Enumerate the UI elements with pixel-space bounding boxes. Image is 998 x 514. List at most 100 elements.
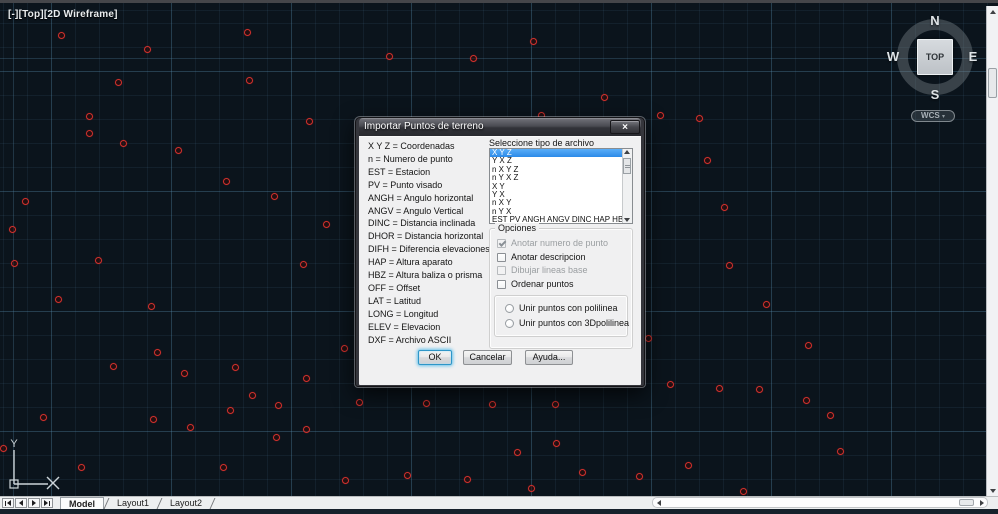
survey-point xyxy=(86,113,93,120)
scroll-up-button[interactable] xyxy=(987,6,998,17)
format-legend-item: X Y Z = Coordenadas xyxy=(368,140,486,153)
checkbox xyxy=(497,266,506,275)
scroll-right-button[interactable] xyxy=(980,500,984,506)
survey-point xyxy=(148,303,155,310)
survey-point xyxy=(763,301,770,308)
listbox-scrollbar[interactable] xyxy=(622,149,632,223)
survey-point xyxy=(95,257,102,264)
survey-point xyxy=(244,29,251,36)
arrow-right-icon xyxy=(32,500,36,506)
format-legend-item: OFF = Offset xyxy=(368,282,486,295)
dialog-title: Importar Puntos de terreno xyxy=(364,121,484,132)
survey-point xyxy=(115,79,122,86)
survey-point xyxy=(154,349,161,356)
horizontal-scrollbar-thumb[interactable] xyxy=(959,499,974,506)
option-checkbox-row: Dibujar lineas base xyxy=(497,265,588,275)
listbox-scroll-down-button[interactable] xyxy=(624,218,630,222)
file-type-option[interactable]: n X Y xyxy=(490,199,632,207)
viewcube-top-face[interactable]: TOP xyxy=(917,39,953,75)
listbox-scroll-up-button[interactable] xyxy=(624,150,630,154)
scroll-left-button[interactable] xyxy=(657,500,661,506)
help-button[interactable]: Ayuda... xyxy=(525,350,573,365)
ucs-icon: Y xyxy=(2,438,72,496)
file-type-option[interactable]: X Y xyxy=(490,183,632,191)
tab-separator xyxy=(210,498,216,509)
option-checkbox-row: Anotar numero de punto xyxy=(497,238,608,248)
viewcube-west[interactable]: W xyxy=(882,49,904,64)
checkbox-label: Ordenar puntos xyxy=(511,279,574,289)
tab-layout1[interactable]: Layout1 xyxy=(109,497,157,509)
viewcube-south[interactable]: S xyxy=(924,87,946,102)
format-legend-item: ANGV = Angulo Vertical xyxy=(368,205,486,218)
arrow-up-icon xyxy=(990,10,996,14)
options-group-label: Opciones xyxy=(495,223,539,233)
tab-nav-last-button[interactable] xyxy=(41,498,53,508)
layout-tabs: Model Layout1 Layout2 xyxy=(60,497,215,509)
format-legend-item: ANGH = Angulo horizontal xyxy=(368,192,486,205)
survey-point xyxy=(341,345,348,352)
survey-point xyxy=(803,397,810,404)
file-type-listbox[interactable]: X Y ZY X Zn X Y Zn Y X ZX YY Xn X Yn Y X… xyxy=(489,148,633,224)
format-legend-item: DHOR = Distancia horizontal xyxy=(368,230,486,243)
horizontal-scrollbar[interactable] xyxy=(652,497,988,508)
arrow-right-icon xyxy=(44,500,48,506)
survey-point xyxy=(552,401,559,408)
survey-point xyxy=(120,140,127,147)
survey-point xyxy=(645,335,652,342)
grip-icon xyxy=(625,165,630,166)
survey-point xyxy=(220,464,227,471)
listbox-scrollbar-thumb[interactable] xyxy=(623,158,631,174)
checkbox-label: Dibujar lineas base xyxy=(511,265,588,275)
checkbox-label: Anotar numero de punto xyxy=(511,238,608,248)
wcs-dropdown[interactable]: WCS ▾ xyxy=(911,110,955,122)
survey-point xyxy=(489,401,496,408)
survey-point xyxy=(514,449,521,456)
tab-nav-prev-button[interactable] xyxy=(15,498,27,508)
checkbox[interactable] xyxy=(497,280,506,289)
survey-point xyxy=(827,412,834,419)
format-legend-item: HAP = Altura aparato xyxy=(368,256,486,269)
file-type-option[interactable]: n Y X Z xyxy=(490,174,632,182)
cancel-button[interactable]: Cancelar xyxy=(463,350,512,365)
vertical-scrollbar-thumb[interactable] xyxy=(988,68,997,98)
survey-point xyxy=(740,488,747,495)
survey-point xyxy=(470,55,477,62)
survey-point xyxy=(11,260,18,267)
checkbox[interactable] xyxy=(497,253,506,262)
radio-button[interactable] xyxy=(505,304,514,313)
file-type-option[interactable]: Y X xyxy=(490,191,632,199)
tab-model[interactable]: Model xyxy=(60,497,104,510)
tab-nav-first-button[interactable] xyxy=(2,498,14,508)
viewcube-east[interactable]: E xyxy=(962,49,984,64)
close-button[interactable]: × xyxy=(610,120,640,134)
last-bar-icon xyxy=(49,501,50,506)
survey-point xyxy=(530,38,537,45)
ok-button[interactable]: OK xyxy=(418,350,452,365)
survey-point xyxy=(78,464,85,471)
survey-point xyxy=(553,440,560,447)
survey-point xyxy=(175,147,182,154)
scroll-down-button[interactable] xyxy=(987,485,998,496)
survey-point xyxy=(636,473,643,480)
wcs-label: WCS xyxy=(921,111,940,120)
survey-point xyxy=(716,385,723,392)
survey-point xyxy=(837,448,844,455)
dialog-titlebar[interactable]: Importar Puntos de terreno × xyxy=(359,118,641,136)
survey-point xyxy=(464,476,471,483)
import-points-dialog: Importar Puntos de terreno × X Y Z = Coo… xyxy=(355,117,645,387)
survey-point xyxy=(356,399,363,406)
arrow-left-icon xyxy=(19,500,23,506)
tab-layout2[interactable]: Layout2 xyxy=(162,497,210,509)
format-legend-item: n = Numero de punto xyxy=(368,153,486,166)
radio-button[interactable] xyxy=(505,319,514,328)
viewcube-north[interactable]: N xyxy=(924,13,946,28)
vertical-scrollbar[interactable] xyxy=(986,6,998,496)
checkbox-label: Anotar descripcion xyxy=(511,252,586,262)
survey-point xyxy=(657,112,664,119)
format-legend-item: DXF = Archivo ASCII xyxy=(368,334,486,347)
survey-point xyxy=(805,342,812,349)
arrow-down-icon xyxy=(990,489,996,493)
survey-point xyxy=(306,118,313,125)
viewport-controls-label[interactable]: [-][Top][2D Wireframe] xyxy=(8,9,118,20)
tab-nav-next-button[interactable] xyxy=(28,498,40,508)
